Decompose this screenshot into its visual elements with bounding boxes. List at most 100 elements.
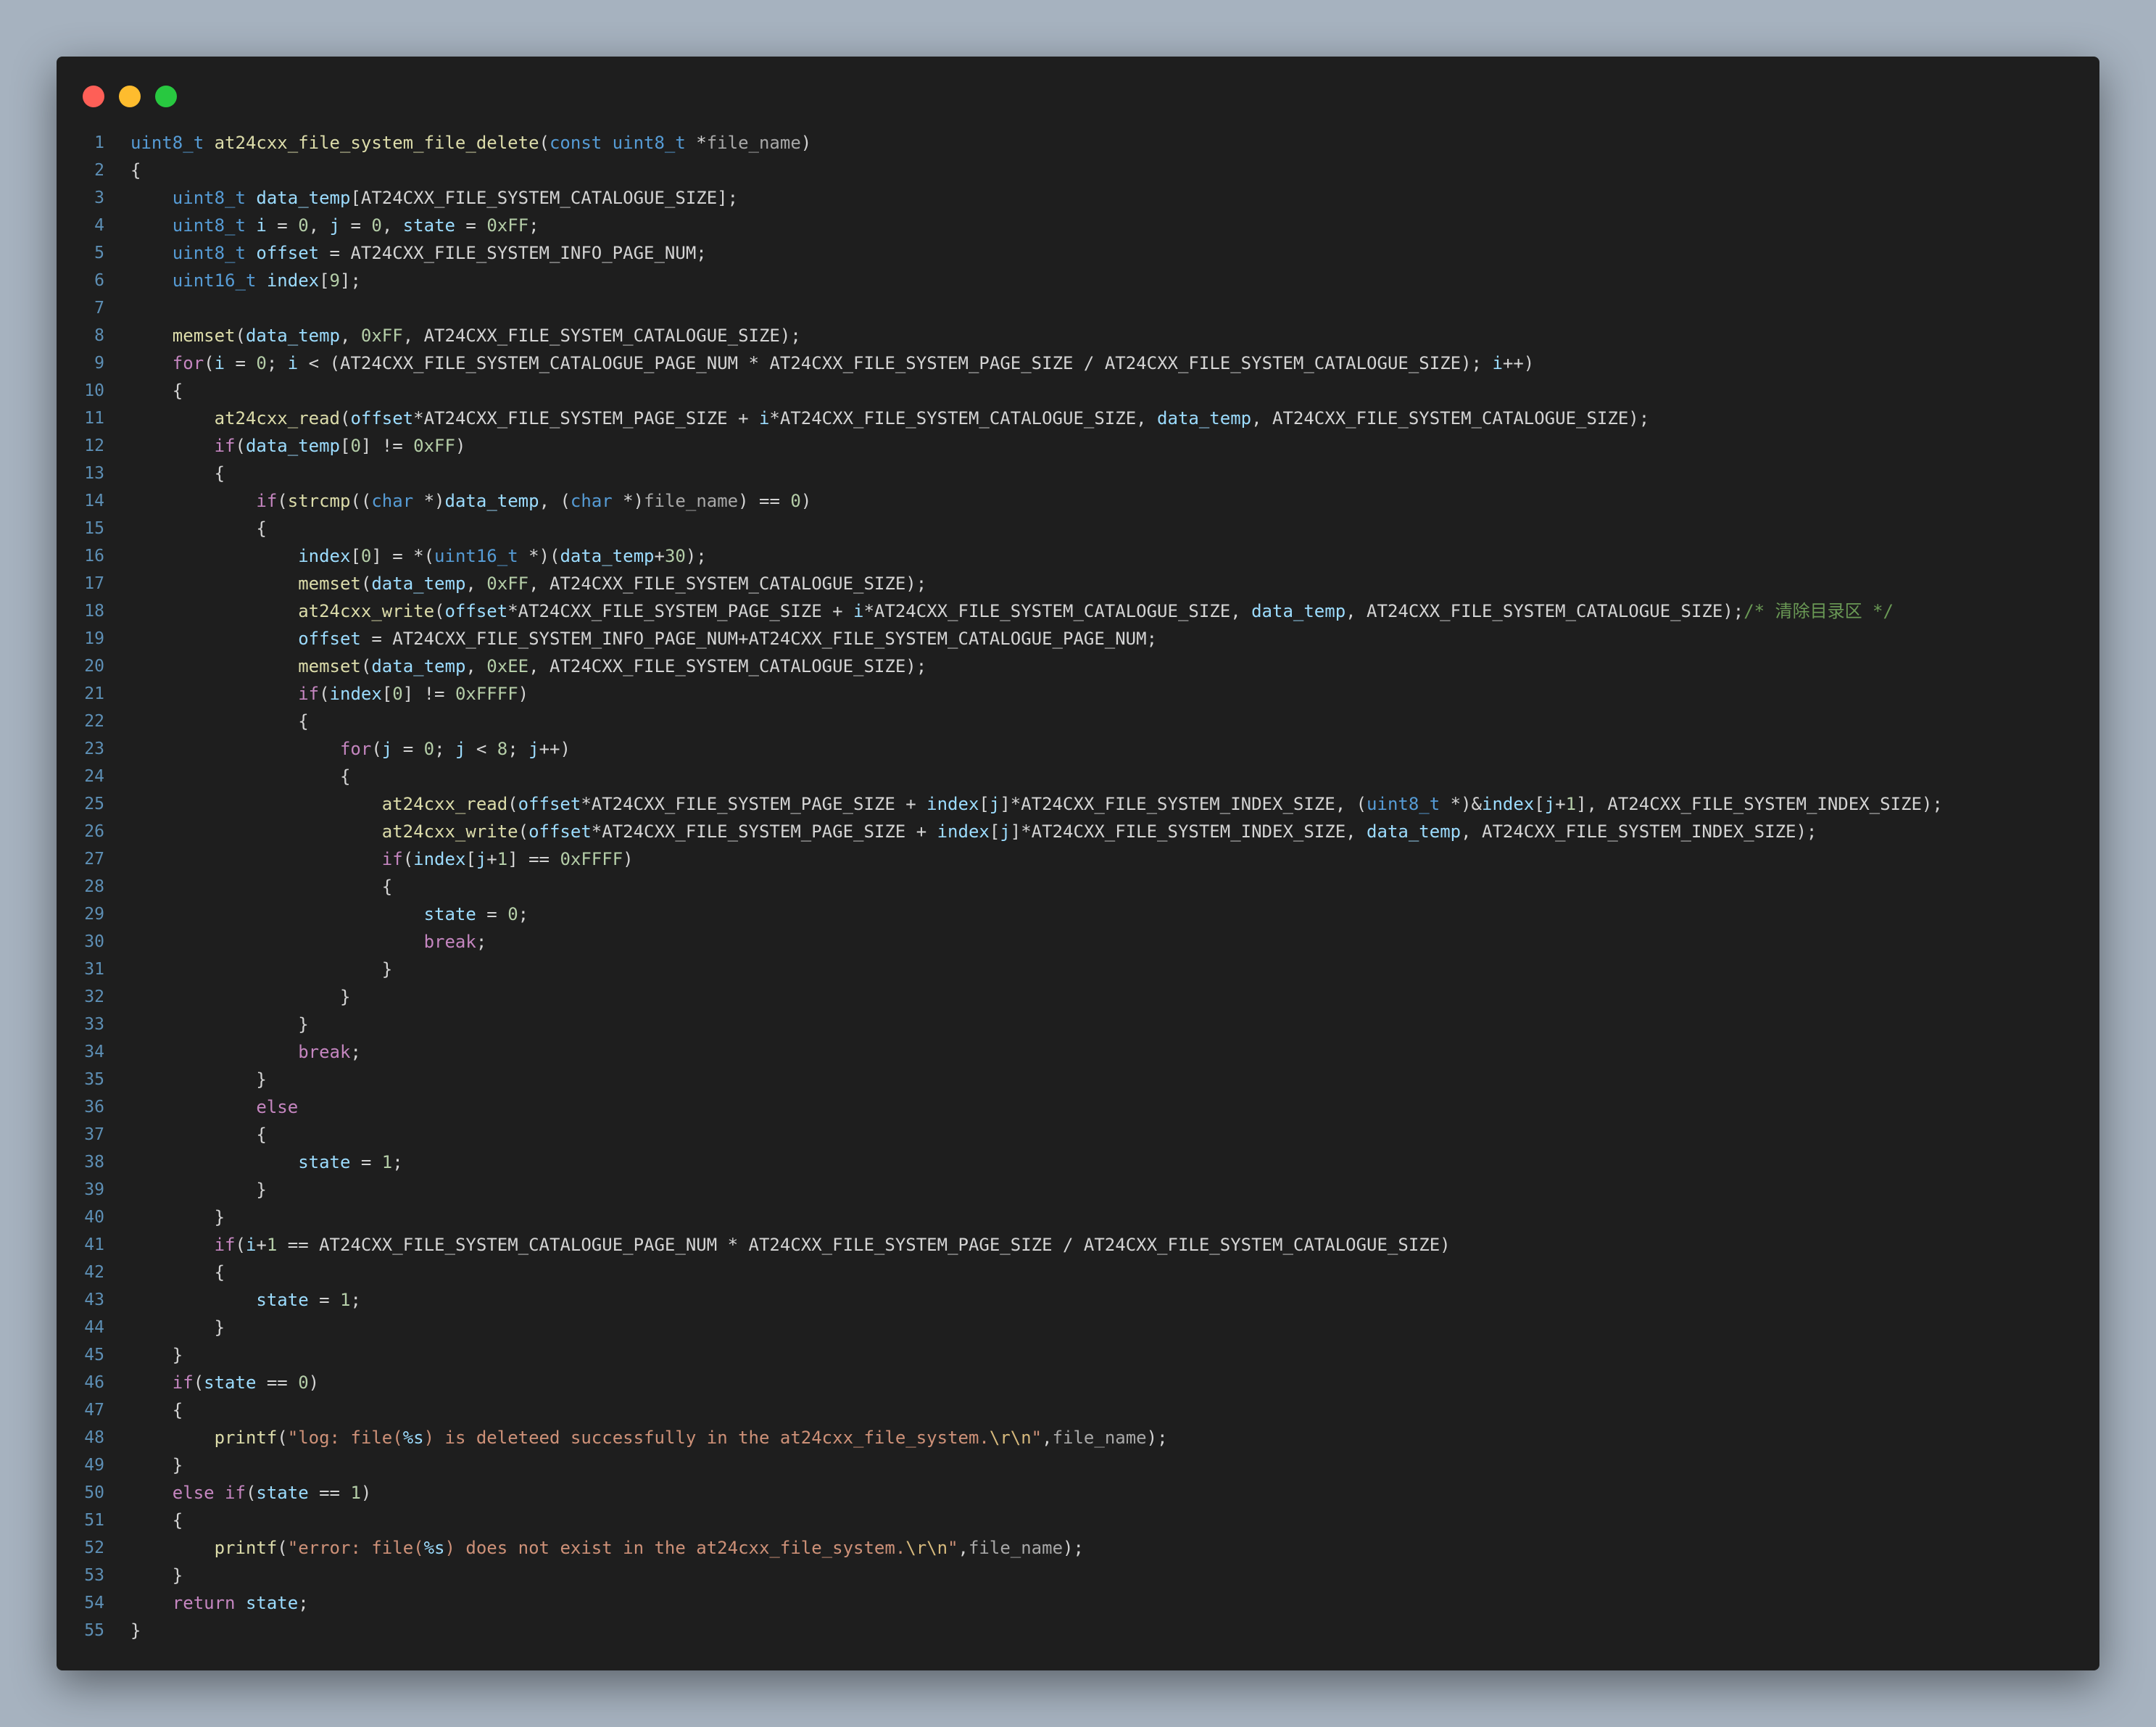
code-token: *)( [528,546,560,566]
code-token: ) [518,684,529,704]
line-source: else if(state == 1) [130,1479,372,1507]
code-token: strcmp [287,491,351,511]
line-number: 38 [84,1153,104,1172]
code-token: offset [256,243,320,263]
code-token: offset [350,408,414,428]
code-token: (( [350,491,372,511]
code-token: break [298,1042,351,1062]
code-line: 47 { [57,1396,2099,1424]
code-line: 7 [57,294,2099,322]
code-token: + [486,849,497,869]
line-source: if(state == 0) [130,1369,319,1396]
code-token: < (AT24CXX_FILE_SYSTEM_CATALOGUE_PAGE_NU… [298,353,1493,373]
code-line: 15 { [57,515,2099,542]
code-token: , AT24CXX_FILE_SYSTEM_CATALOGUE_SIZE); [528,656,927,676]
code-token: ] == [507,849,560,869]
code-token: *)& [1450,794,1482,814]
code-token: ) [623,849,634,869]
code-token: 0xFF [486,573,529,594]
code-line: 25 at24cxx_read(offset*AT24CXX_FILE_SYST… [57,790,2099,818]
line-source: uint8_t offset = AT24CXX_FILE_SYSTEM_INF… [130,239,707,267]
code-token: , [465,573,487,594]
code-token: " [948,1538,958,1558]
code-token: ; [298,1593,309,1613]
line-source: { [130,515,266,542]
minimize-button[interactable] [119,86,141,107]
line-number: 50 [84,1483,104,1502]
code-token: i [287,353,299,373]
line-number: 54 [84,1594,104,1612]
code-token: printf [214,1428,278,1448]
code-token: ( [402,849,414,869]
code-token: i [1492,353,1503,373]
code-token: = [455,215,487,236]
code-token: } [130,1455,183,1475]
code-token: == [256,1372,299,1393]
code-token: = AT24CXX_FILE_SYSTEM_INFO_PAGE_NUM; [319,243,707,263]
code-token: ( [204,353,215,373]
line-number: 35 [84,1070,104,1089]
code-token: { [130,711,309,732]
code-token: file_name [968,1538,1064,1558]
line-number: 51 [84,1511,104,1530]
line-number: 28 [84,877,104,896]
code-line: 3 uint8_t data_temp[AT24CXX_FILE_SYSTEM_… [57,184,2099,212]
line-source: } [130,1341,183,1369]
code-token: { [130,463,225,484]
code-token: { [130,766,351,787]
code-token: { [130,1400,183,1420]
line-source: index[0] = *(uint16_t *)(data_temp+30); [130,542,707,570]
code-token: memset [172,326,236,346]
code-line: 8 memset(data_temp, 0xFF, AT24CXX_FILE_S… [57,322,2099,349]
code-token: data_temp [245,436,340,456]
code-token: { [130,160,141,181]
code-token: , AT24CXX_FILE_SYSTEM_CATALOGUE_SIZE); [528,573,927,594]
code-line: 36 else [57,1093,2099,1121]
line-number: 17 [84,574,104,593]
line-number: 8 [94,326,104,345]
line-source: } [130,1204,225,1231]
code-token: data_temp [371,656,466,676]
code-token: 0 [298,215,309,236]
code-line: 39 } [57,1176,2099,1204]
code-line: 49 } [57,1451,2099,1479]
line-source: printf("error: file(%s) does not exist i… [130,1534,1084,1562]
code-token: state [298,1152,351,1172]
code-token: uint8_t [172,215,257,236]
code-token: "error: file( [287,1538,424,1558]
code-token: = [340,215,372,236]
code-token: ( [235,436,246,456]
code-token: uint8_t [172,243,257,263]
line-number: 39 [84,1180,104,1199]
code-token: ( [235,1235,246,1255]
code-token: { [130,877,393,897]
code-token: + [1555,794,1566,814]
code-token: [ [350,546,361,566]
line-source: printf("log: file(%s) is deleteed succes… [130,1424,1168,1451]
line-number: 45 [84,1346,104,1364]
maximize-button[interactable] [155,86,177,107]
close-button[interactable] [83,86,104,107]
code-token: 0xFF [360,326,403,346]
line-source: } [130,983,350,1011]
line-source: } [130,1314,225,1341]
line-source: } [130,956,392,983]
code-line: 44 } [57,1314,2099,1341]
code-token: index [413,849,466,869]
line-source: { [130,1259,225,1286]
code-line: 4 uint8_t i = 0, j = 0, state = 0xFF; [57,212,2099,239]
code-token: offset [518,794,581,814]
code-token: uint8_t [1367,794,1451,814]
line-source: state = 0; [130,900,529,928]
code-line: 13 { [57,460,2099,487]
line-source: memset(data_temp, 0xFF, AT24CXX_FILE_SYS… [130,570,926,597]
code-token: state [256,1483,309,1503]
code-line: 5 uint8_t offset = AT24CXX_FILE_SYSTEM_I… [57,239,2099,267]
line-source: at24cxx_read(offset*AT24CXX_FILE_SYSTEM_… [130,790,1943,818]
code-token: ( [434,601,445,621]
